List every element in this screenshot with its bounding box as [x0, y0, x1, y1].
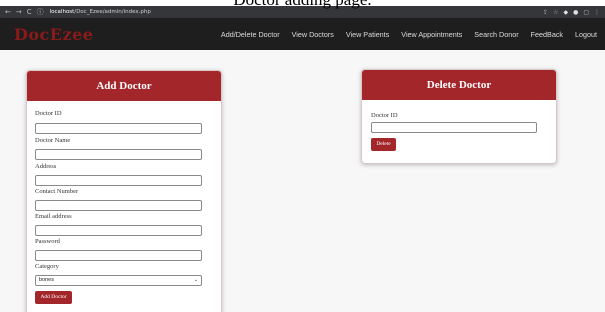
- contact-number-input[interactable]: [35, 200, 202, 211]
- category-selected-value: bones: [39, 277, 54, 283]
- password-label: Password: [35, 238, 60, 245]
- doctor-name-input[interactable]: [35, 149, 202, 160]
- sidebar-icon[interactable]: ▢: [583, 9, 589, 16]
- category-select[interactable]: bones ⌄: [35, 275, 202, 286]
- nav-view-doctors[interactable]: View Doctors: [292, 30, 334, 39]
- email-label: Email address: [35, 213, 72, 220]
- password-input[interactable]: [35, 250, 202, 261]
- chevron-down-icon: ⌄: [193, 277, 198, 283]
- delete-doctor-title: Delete Doctor: [362, 70, 556, 100]
- star-icon[interactable]: ☆: [553, 9, 558, 16]
- delete-doctor-card: Delete Doctor Doctor ID Delete: [361, 69, 557, 164]
- figure-caption: Doctor adding page.: [0, 0, 605, 9]
- nav-links: Add/Delete Doctor View Doctors View Pati…: [209, 30, 597, 39]
- nav-logout[interactable]: Logout: [575, 30, 597, 39]
- doctor-id-input[interactable]: [35, 123, 202, 134]
- address-bar[interactable]: localhost/Doc_Ezee/admin/index.php: [50, 9, 350, 15]
- doctor-name-label: Doctor Name: [35, 137, 71, 144]
- url-path: /Doc_Ezee/admin/index.php: [74, 9, 151, 15]
- address-label: Address: [35, 163, 57, 170]
- add-doctor-card: Add Doctor Doctor ID Doctor Name Address…: [26, 70, 222, 312]
- extension-icon[interactable]: ◆: [563, 9, 568, 16]
- contact-number-label: Contact Number: [35, 188, 79, 195]
- doctor-id-label: Doctor ID: [35, 110, 62, 117]
- nav-view-patients[interactable]: View Patients: [346, 30, 389, 39]
- delete-button[interactable]: Delete: [371, 138, 396, 151]
- add-doctor-title: Add Doctor: [27, 71, 221, 101]
- delete-doctor-id-label: Doctor ID: [371, 112, 398, 119]
- page-body: Add Doctor Doctor ID Doctor Name Address…: [0, 50, 605, 312]
- menu-icon[interactable]: ⋮: [594, 9, 600, 16]
- profile-icon[interactable]: ●: [573, 9, 578, 16]
- url-host: localhost: [49, 9, 75, 15]
- delete-doctor-id-input[interactable]: [371, 122, 537, 133]
- nav-feedback[interactable]: FeedBack: [531, 30, 563, 39]
- nav-search-donor[interactable]: Search Donor: [474, 30, 518, 39]
- app-logo[interactable]: DocEzee: [14, 25, 93, 44]
- nav-add-delete-doctor[interactable]: Add/Delete Doctor: [221, 30, 280, 39]
- address-input[interactable]: [35, 175, 202, 186]
- category-label: Category: [35, 263, 59, 270]
- add-doctor-button[interactable]: Add Doctor: [35, 291, 72, 304]
- app-navbar: DocEzee Add/Delete Doctor View Doctors V…: [0, 18, 605, 50]
- browser-actions: ⇪ ☆ ◆ ● ▢ ⋮: [543, 9, 600, 16]
- email-input[interactable]: [35, 225, 202, 236]
- nav-view-appointments[interactable]: View Appointments: [401, 30, 462, 39]
- share-icon[interactable]: ⇪: [543, 9, 548, 16]
